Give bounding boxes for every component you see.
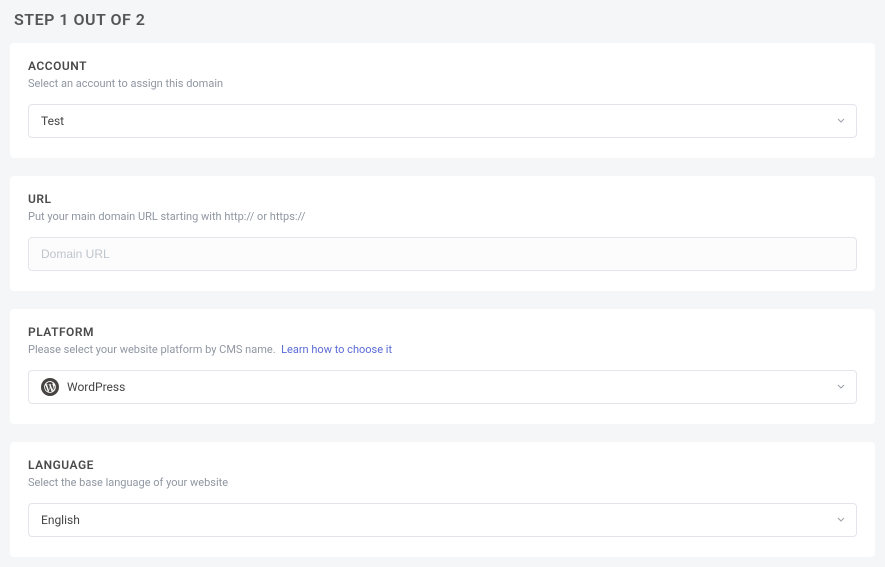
language-select[interactable]: English [28, 503, 857, 537]
platform-desc-text: Please select your website platform by C… [28, 343, 276, 356]
account-select-value: Test [41, 114, 64, 128]
platform-card: PLATFORM Please select your website plat… [10, 309, 875, 424]
account-label: ACCOUNT [28, 59, 857, 73]
wordpress-icon [41, 378, 59, 396]
language-desc: Select the base language of your website [28, 476, 857, 489]
language-card: LANGUAGE Select the base language of you… [10, 442, 875, 557]
platform-learn-link[interactable]: Learn how to choose it [281, 343, 392, 356]
url-card: URL Put your main domain URL starting wi… [10, 176, 875, 291]
language-select-value: English [41, 513, 80, 527]
url-label: URL [28, 192, 857, 206]
url-desc: Put your main domain URL starting with h… [28, 210, 857, 223]
platform-select[interactable]: WordPress [28, 370, 857, 404]
page-title: STEP 1 OUT OF 2 [14, 10, 875, 29]
language-label: LANGUAGE [28, 458, 857, 472]
account-desc: Select an account to assign this domain [28, 77, 857, 90]
domain-url-input[interactable] [28, 237, 857, 271]
platform-desc-wrap: Please select your website platform by C… [28, 343, 857, 356]
platform-label: PLATFORM [28, 325, 857, 339]
account-card: ACCOUNT Select an account to assign this… [10, 43, 875, 158]
platform-select-value: WordPress [67, 380, 125, 394]
account-select[interactable]: Test [28, 104, 857, 138]
